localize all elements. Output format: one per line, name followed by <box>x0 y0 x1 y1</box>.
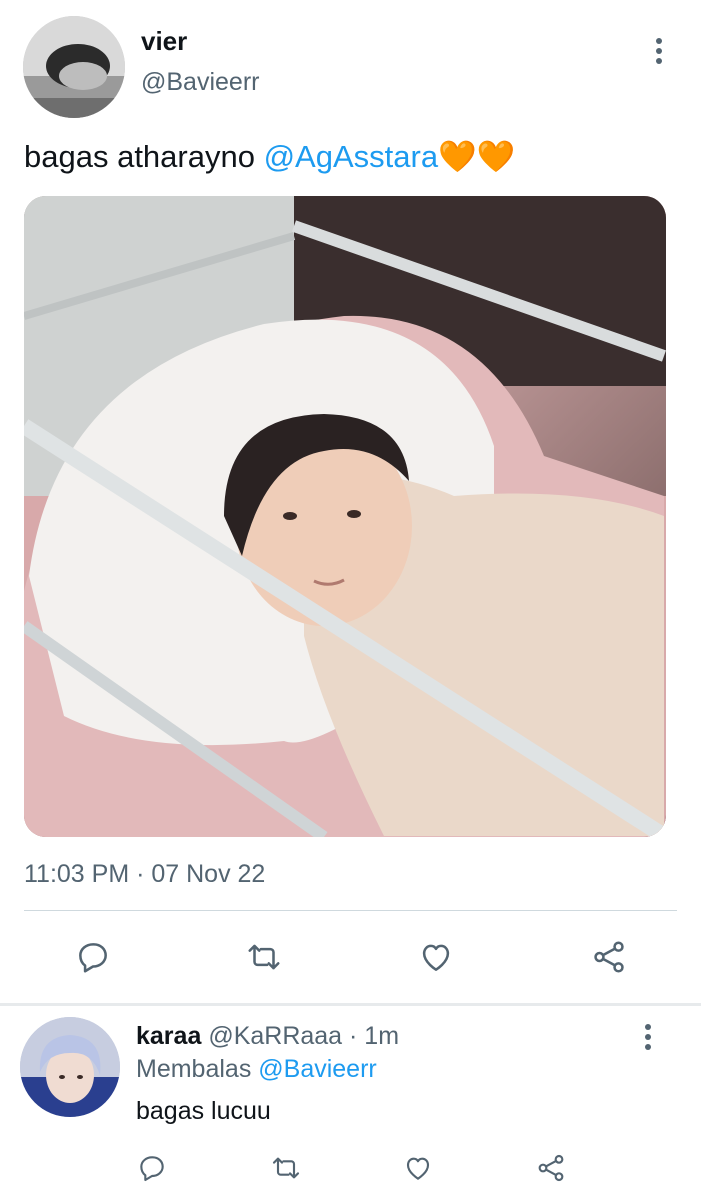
replying-label: Membalas <box>136 1055 259 1083</box>
share-icon[interactable] <box>587 935 631 979</box>
main-tweet: vier @Bavieerr bagas atharayno @AgAsstar… <box>0 0 701 1003</box>
heart-emoji: 🧡🧡 <box>438 139 516 174</box>
reply-header: karaa @KaRRaaa · 1m <box>136 1022 399 1051</box>
retweet-icon[interactable] <box>266 1148 306 1188</box>
author-avatar[interactable] <box>23 16 125 118</box>
avatar-photo <box>20 1017 120 1117</box>
like-icon[interactable] <box>398 1148 438 1188</box>
reply-author-handle[interactable]: @KaRRaaa <box>208 1022 342 1050</box>
reply-author-avatar[interactable] <box>20 1017 120 1117</box>
like-icon[interactable] <box>414 935 458 979</box>
reply-tweet: karaa @KaRRaaa · 1m Membalas @Bavieerr b… <box>0 1006 701 1200</box>
more-options-icon[interactable] <box>636 1020 660 1054</box>
reply-text: bagas lucuu <box>136 1097 271 1125</box>
reply-icon[interactable] <box>71 935 115 979</box>
tweet-photo[interactable] <box>24 196 666 837</box>
replying-to: Membalas @Bavieerr <box>136 1055 377 1084</box>
tweet-text: bagas atharayno @AgAsstara🧡🧡 <box>24 138 515 175</box>
baby-bassinet-photo <box>24 196 666 837</box>
avatar-photo <box>23 16 125 118</box>
tweet-timestamp[interactable]: 11:03 PM · 07 Nov 22 <box>24 860 265 889</box>
replying-to-link[interactable]: @Bavieerr <box>258 1055 376 1083</box>
retweet-icon[interactable] <box>242 935 286 979</box>
reply-time: · 1m <box>342 1022 400 1050</box>
more-options-icon[interactable] <box>647 34 671 68</box>
author-handle[interactable]: @Bavieerr <box>141 68 259 97</box>
share-icon[interactable] <box>531 1148 571 1188</box>
tweet-body: bagas atharayno <box>24 139 264 174</box>
reply-author-name[interactable]: karaa <box>136 1022 201 1050</box>
divider <box>24 910 677 911</box>
author-name[interactable]: vier <box>141 26 187 57</box>
mention-link[interactable]: @AgAsstara <box>264 139 438 174</box>
reply-icon[interactable] <box>132 1148 172 1188</box>
